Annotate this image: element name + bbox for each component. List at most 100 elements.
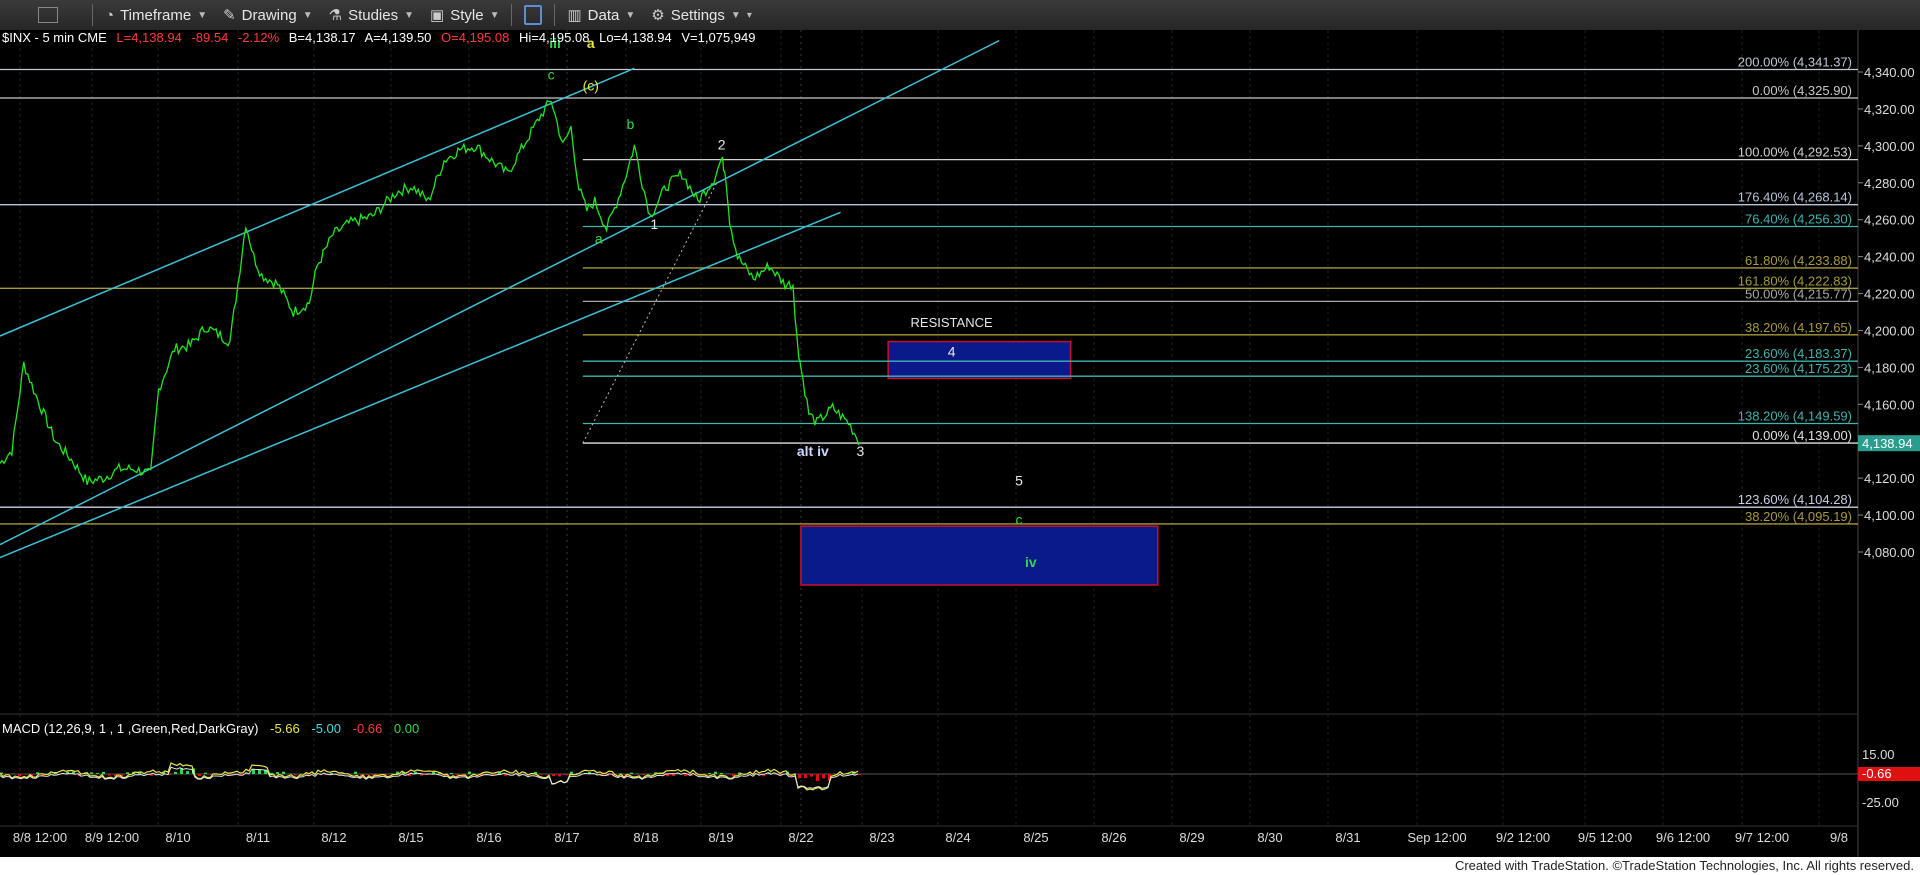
y-tick-label: 4,080.00	[1864, 545, 1915, 560]
x-tick-label: 8/15	[398, 830, 423, 845]
wave-label: RESISTANCE	[911, 315, 993, 330]
toolbar-separator	[554, 4, 556, 26]
timeframe-label: Timeframe	[120, 6, 192, 24]
vol-text: V=1,075,949	[681, 30, 755, 45]
macd-header: MACD (12,26,9, 1 , 1 ,Green,Red,DarkGray…	[2, 721, 419, 736]
x-tick-label: 9/6 12:00	[1656, 830, 1710, 845]
macd-histogram-bar	[18, 774, 21, 777]
macd-histogram-bar	[714, 771, 717, 774]
bar-chart-icon: ▥	[567, 7, 582, 24]
drawing-button[interactable]: ✎ Drawing ▼	[215, 0, 321, 30]
y-tick-label: 4,100.00	[1864, 508, 1915, 523]
macd-v1: -5.66	[270, 721, 300, 736]
footer: Created with TradeStation. ©TradeStation…	[0, 857, 1920, 875]
wave-label: (c)	[583, 77, 599, 93]
macd-axis-bottom: -25.00	[1862, 795, 1899, 810]
caret-down-icon: ▼	[730, 9, 741, 21]
y-tick-label: 4,180.00	[1864, 360, 1915, 375]
macd-histogram-bar	[282, 771, 285, 774]
macd-histogram-bar	[798, 774, 801, 779]
macd-histogram-bar	[570, 771, 573, 774]
macd-histogram-bar	[708, 772, 711, 774]
macd-histogram-bar	[564, 774, 567, 776]
wave-label: 4	[948, 343, 956, 359]
x-tick-label: 8/22	[788, 830, 813, 845]
x-tick-label: Sep 12:00	[1407, 830, 1466, 845]
macd-histogram-bar	[552, 774, 555, 777]
macd-histogram-bar	[198, 774, 201, 776]
chart-area[interactable]: 200.00% (4,341.37) 0.00% (4,325.90) 100.00…	[0, 30, 1920, 857]
settings-button[interactable]: ⚙ Settings ▼ ▾	[643, 0, 760, 30]
wave-label: 1	[650, 216, 658, 232]
fib-label: 76.40% (4,256.30)	[1745, 212, 1852, 227]
y-tick-label: 4,120.00	[1864, 471, 1915, 486]
data-button[interactable]: ▥ Data ▼	[559, 0, 643, 30]
flask-icon: ⚗	[328, 7, 343, 24]
fib-label: 38.20% (4,095.19)	[1745, 509, 1852, 524]
bid-text: B=4,138.17	[289, 30, 356, 45]
y-tick-label: 4,340.00	[1864, 65, 1915, 80]
caret-down-icon: ▼	[625, 9, 636, 21]
fib-label: 61.80% (4,233.88)	[1745, 253, 1852, 268]
macd-histogram-bar	[510, 774, 513, 775]
x-tick-label: 8/25	[1023, 830, 1048, 845]
change-text: -89.54	[191, 30, 228, 45]
macd-histogram-bar	[24, 774, 27, 775]
wave-label: 3	[857, 443, 865, 459]
macd-histogram-bar	[252, 769, 255, 774]
x-tick-label: 8/8 12:00	[13, 830, 67, 845]
window-icon[interactable]	[38, 7, 58, 23]
timeframe-button[interactable]: ◔ Timeframe ▼	[97, 0, 215, 30]
x-tick-label: 9/5 12:00	[1578, 830, 1632, 845]
pct-text: -2.12%	[238, 30, 280, 45]
style-button[interactable]: ▣ Style ▼	[422, 0, 507, 30]
fib-label: 0.00% (4,325.90)	[1752, 83, 1852, 98]
last-price-label: 4,138.94	[1862, 436, 1913, 451]
caret-down-icon: ▼	[302, 9, 313, 21]
macd-histogram-bar	[450, 772, 453, 774]
macd-histogram-bar	[354, 771, 357, 774]
x-tick-label: 8/9 12:00	[85, 830, 139, 845]
zone-resistance	[887, 340, 1072, 380]
macd-histogram-bar	[276, 772, 279, 774]
macd-histogram-bar	[630, 772, 633, 774]
y-tick-label: 4,220.00	[1864, 287, 1915, 302]
caret-down-icon: ▼	[489, 9, 500, 21]
fib-label: 0.00% (4,139.00)	[1752, 428, 1852, 443]
copyright-text: Created with TradeStation. ©TradeStation…	[1454, 858, 1914, 873]
macd-histogram-bar	[108, 774, 111, 776]
open-text: O=4,195.08	[441, 30, 509, 45]
macd-histogram-bar	[204, 772, 207, 774]
studies-button[interactable]: ⚗ Studies ▼	[321, 0, 422, 30]
macd-histogram-bar	[366, 774, 369, 776]
overflow-caret-icon: ▾	[746, 9, 752, 21]
macd-histogram-bar	[540, 774, 543, 775]
x-tick-label: 8/12	[321, 830, 346, 845]
fib-label: 138.20% (4,149.59)	[1738, 409, 1852, 424]
gear-icon: ⚙	[651, 7, 665, 24]
macd-histogram-bar	[228, 774, 231, 775]
layout-icon[interactable]	[524, 5, 543, 25]
macd-histogram-bar	[672, 774, 675, 776]
wave-label: iv	[1025, 554, 1037, 570]
wave-label: b	[627, 116, 635, 132]
macd-histogram-bar	[816, 774, 819, 782]
x-tick-label: 9/2 12:00	[1496, 830, 1550, 845]
macd-v3: -0.66	[353, 721, 383, 736]
x-tick-label: 8/23	[869, 830, 894, 845]
caret-down-icon: ▼	[404, 9, 415, 21]
macd-histogram-bar	[186, 771, 189, 774]
fib-label: 50.00% (4,215.77)	[1745, 286, 1852, 301]
symbol-text: $INX - 5 min CME	[2, 30, 107, 45]
x-tick-label: 8/18	[633, 830, 658, 845]
y-tick-label: 4,280.00	[1864, 176, 1915, 191]
studies-label: Studies	[348, 6, 399, 24]
macd-axis-top: 15.00	[1862, 747, 1895, 762]
macd-histogram-bar	[468, 771, 471, 774]
x-tick-label: 8/17	[554, 830, 579, 845]
caret-down-icon: ▼	[197, 9, 208, 21]
macd-histogram-bar	[294, 774, 297, 776]
fib-label: 200.00% (4,341.37)	[1738, 54, 1852, 69]
wave-label: alt iv	[797, 443, 829, 459]
macd-histogram-bar	[546, 774, 549, 775]
